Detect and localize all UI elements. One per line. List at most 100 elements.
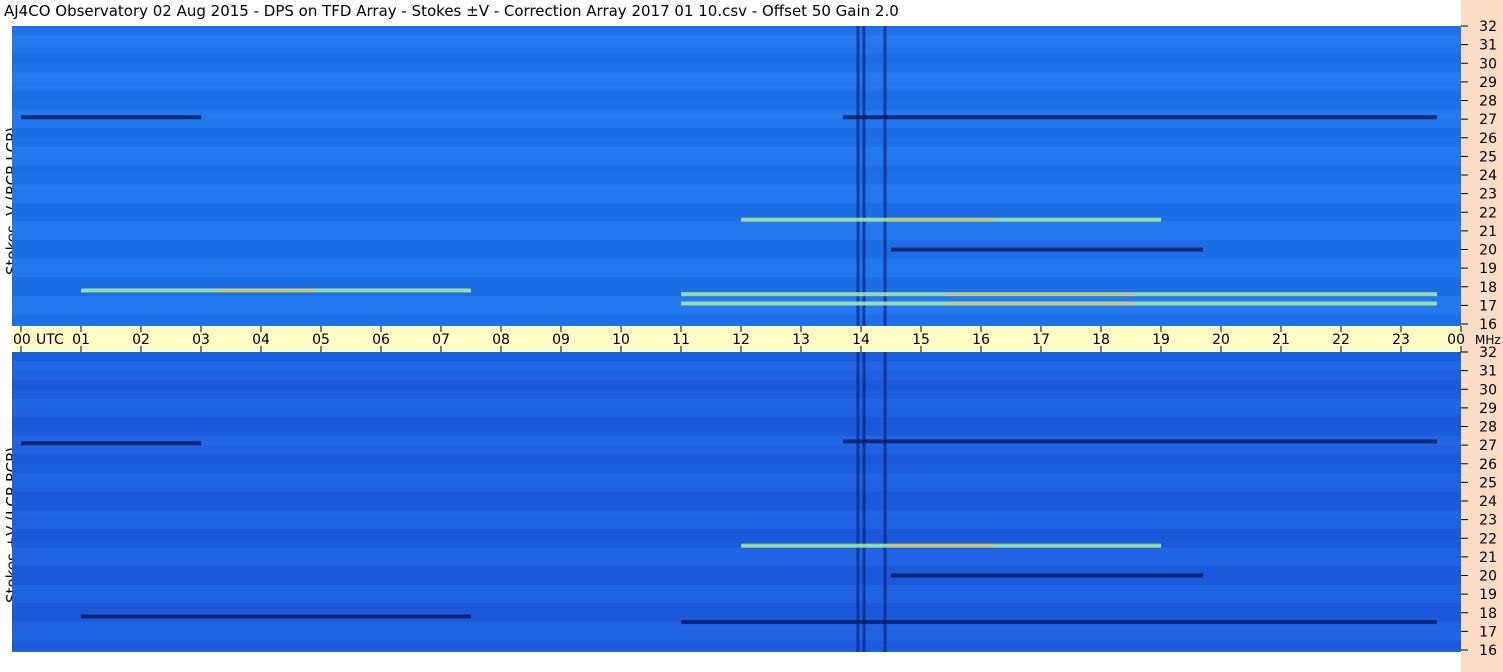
frequency-tick-label: 26 [1479, 457, 1497, 473]
frequency-band [12, 445, 1461, 455]
time-tick-label: 23 [1392, 332, 1410, 348]
frequency-band [12, 212, 1461, 222]
frequency-band [12, 44, 1461, 54]
frequency-tick-label: 17 [1479, 624, 1497, 640]
frequency-band [12, 193, 1461, 203]
time-tick-label: 14 [852, 332, 870, 348]
frequency-band [12, 184, 1461, 194]
time-tick-label: 06 [372, 332, 390, 348]
frequency-tick-label: 29 [1479, 75, 1497, 91]
frequency-band [12, 417, 1461, 427]
frequency-band [12, 305, 1461, 315]
frequency-band [12, 165, 1461, 175]
frequency-tick-label: 19 [1479, 261, 1497, 277]
frequency-band [12, 119, 1461, 129]
emission-ridge [843, 439, 1437, 444]
frequency-band [12, 63, 1461, 73]
frequency-band [12, 473, 1461, 483]
emission-ridge [843, 115, 1437, 120]
vertical-feature [883, 352, 887, 652]
frequency-band [12, 35, 1461, 45]
vertical-feature [856, 352, 860, 652]
time-tick-label: 19 [1152, 332, 1170, 348]
frequency-tick-label: 29 [1479, 401, 1497, 417]
spectrogram-plot: 16 17 18 19 20 21 22 23 24 25 26 27 28 29 30 31 32 16 17 18… [12, 19, 1501, 659]
frequency-tick-label: 28 [1479, 420, 1497, 436]
frequency-tick-label: 20 [1479, 569, 1497, 585]
frequency-tick-label: 25 [1479, 149, 1497, 165]
frequency-band [12, 603, 1461, 613]
vertical-feature [856, 26, 860, 326]
frequency-band [12, 314, 1461, 324]
time-tick-label: 20 [1212, 332, 1230, 348]
frequency-band [12, 81, 1461, 92]
frequency-band [12, 426, 1461, 436]
time-tick-label: 15 [912, 332, 930, 348]
frequency-band [12, 128, 1461, 138]
frequency-tick-label: 20 [1479, 243, 1497, 259]
time-tick-label: 21 [1272, 332, 1290, 348]
emission-ridge [681, 620, 1437, 625]
frequency-tick-label: 27 [1479, 438, 1497, 454]
frequency-band [12, 53, 1461, 64]
time-tick-label: 07 [432, 332, 450, 348]
time-tick-label: 01 [72, 332, 90, 348]
time-tick-label: 16 [972, 332, 990, 348]
frequency-band [12, 389, 1461, 399]
frequency-band [12, 175, 1461, 185]
frequency-band [12, 26, 1461, 36]
emission-ridge [891, 247, 1203, 252]
frequency-tick-label: 25 [1479, 475, 1497, 491]
frequency-band [12, 240, 1461, 250]
frequency-band [12, 379, 1461, 390]
frequency-band [12, 454, 1461, 464]
frequency-band [12, 72, 1461, 82]
frequency-band [12, 556, 1461, 567]
frequency-tick-label: 32 [1479, 19, 1497, 35]
frequency-band [12, 491, 1461, 501]
frequency-tick-label: 26 [1479, 131, 1497, 147]
emission-ridge [891, 573, 1203, 578]
time-tick-label: 13 [792, 332, 810, 348]
emission-peak [888, 544, 993, 547]
frequency-band [12, 91, 1461, 101]
frequency-band [12, 398, 1461, 408]
frequency-tick-label: 21 [1479, 550, 1497, 566]
frequency-tick-label: 16 [1479, 317, 1497, 333]
vertical-feature [862, 352, 866, 652]
emission-ridge [21, 115, 201, 120]
time-tick-label: 04 [252, 332, 270, 348]
frequency-tick-label: 30 [1479, 382, 1497, 398]
frequency-tick-label: 16 [1479, 643, 1497, 659]
time-tick-label: 03 [192, 332, 210, 348]
time-tick-label: 08 [492, 332, 510, 348]
frequency-band [12, 258, 1461, 269]
frequency-unit-label: MHz [1475, 333, 1501, 347]
frequency-band [12, 501, 1461, 511]
frequency-tick-label: 27 [1479, 112, 1497, 128]
frequency-band [12, 268, 1461, 278]
frequency-band [12, 277, 1461, 287]
vertical-feature [862, 26, 866, 326]
emission-peak [217, 289, 315, 292]
frequency-tick-label: 24 [1479, 168, 1497, 184]
time-tick-label: 18 [1092, 332, 1110, 348]
frequency-band [12, 538, 1461, 548]
frequency-band [12, 519, 1461, 529]
frequency-band [12, 202, 1461, 213]
emission-ridge [21, 441, 201, 446]
emission-peak [945, 293, 1135, 296]
frequency-band [12, 631, 1461, 641]
emission-peak [888, 218, 993, 221]
frequency-band [12, 221, 1461, 231]
time-tick-label: 22 [1332, 332, 1350, 348]
frequency-tick-label: 19 [1479, 587, 1497, 603]
time-tick-label: 00 [13, 332, 31, 348]
frequency-tick-label: 31 [1479, 364, 1497, 380]
frequency-band [12, 510, 1461, 520]
frequency-tick-label: 28 [1479, 94, 1497, 110]
frequency-band [12, 156, 1461, 166]
frequency-tick-label: 23 [1479, 513, 1497, 529]
emission-peak [945, 302, 1135, 305]
frequency-band [12, 528, 1461, 539]
